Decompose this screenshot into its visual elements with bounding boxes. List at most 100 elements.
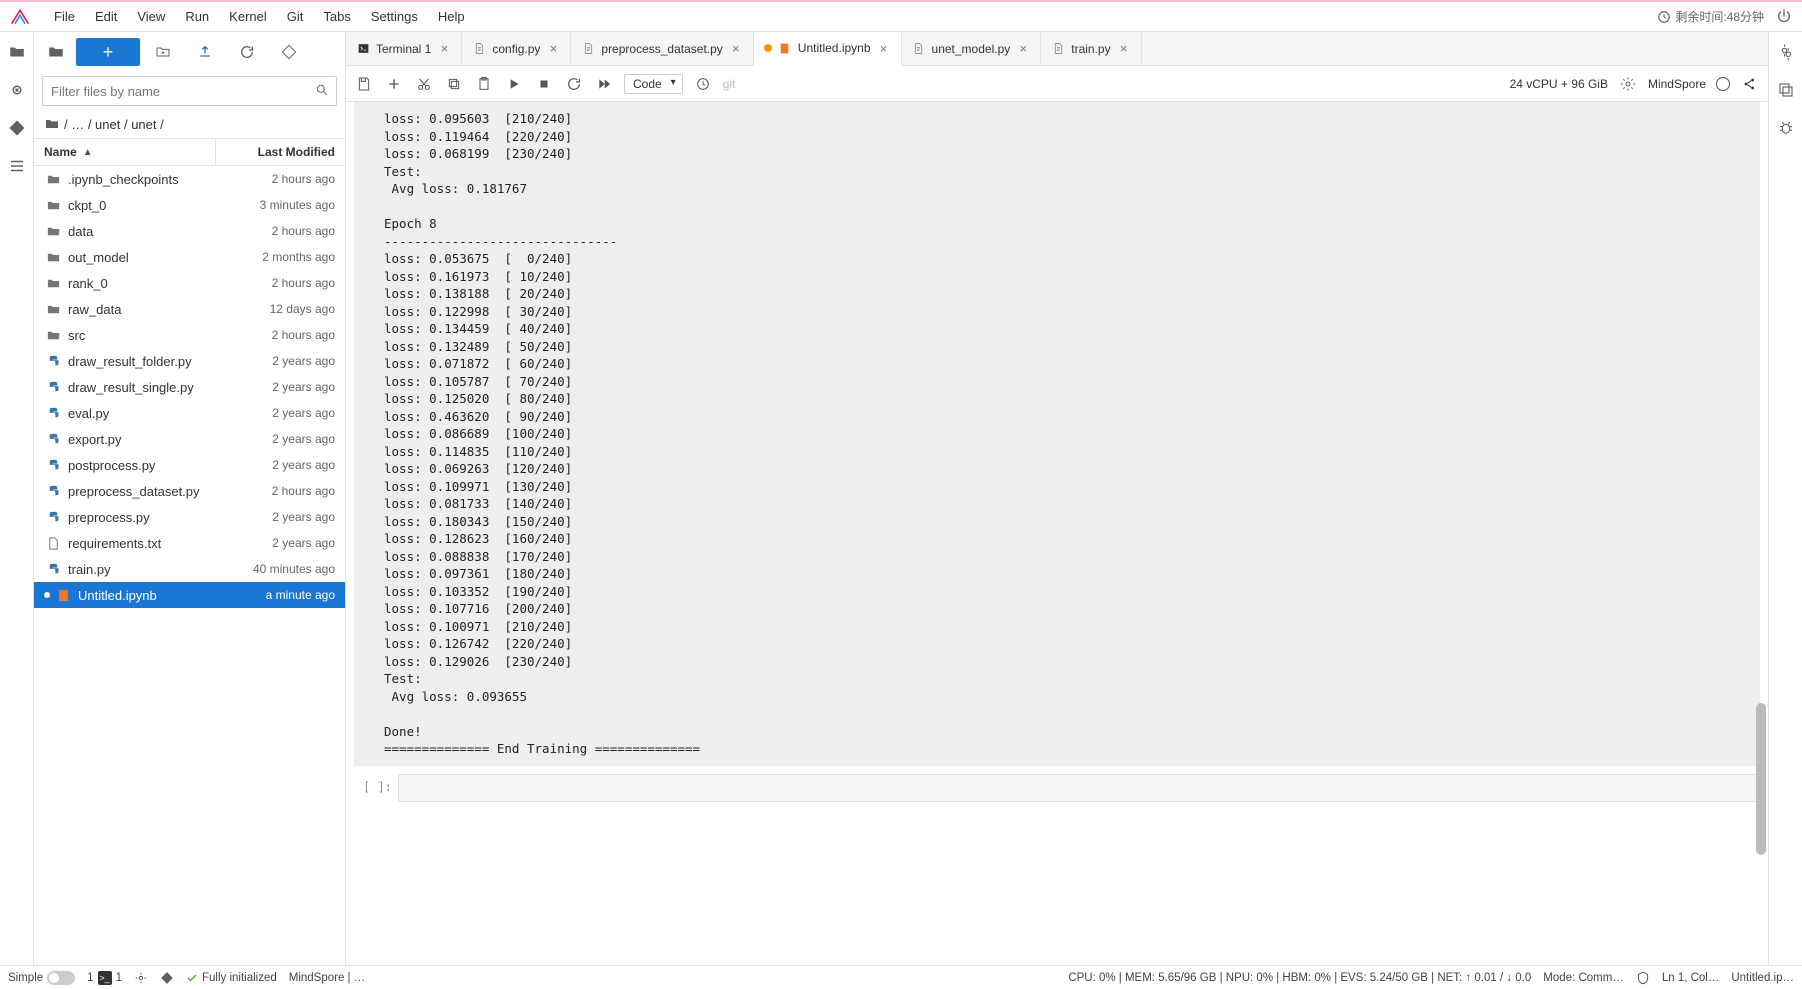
paste-icon[interactable]	[474, 74, 494, 94]
file-row[interactable]: .ipynb_checkpoints2 hours ago	[34, 166, 345, 192]
menu-git[interactable]: Git	[277, 5, 314, 28]
git-icon[interactable]	[7, 118, 27, 138]
terminal-icon: >_	[98, 971, 112, 985]
file-row[interactable]: data2 hours ago	[34, 218, 345, 244]
close-icon[interactable]: ×	[437, 42, 451, 56]
filename-status[interactable]: Untitled.ip…	[1731, 972, 1794, 984]
file-row[interactable]: draw_result_folder.py2 years ago	[34, 348, 345, 374]
file-name: eval.py	[68, 406, 215, 421]
menu-tabs[interactable]: Tabs	[313, 5, 360, 28]
file-row[interactable]: preprocess_dataset.py2 hours ago	[34, 478, 345, 504]
run-icon[interactable]	[504, 74, 524, 94]
close-icon[interactable]: ×	[729, 42, 743, 56]
text-icon	[912, 42, 926, 56]
folder-icon	[44, 172, 62, 187]
stop-icon[interactable]	[534, 74, 554, 94]
menu-kernel[interactable]: Kernel	[219, 5, 277, 28]
upload-icon[interactable]	[186, 38, 224, 66]
restart-icon[interactable]	[564, 74, 584, 94]
mode-status[interactable]: Mode: Comm…	[1543, 972, 1624, 984]
menu-help[interactable]: Help	[428, 5, 475, 28]
file-row[interactable]: requirements.txt2 years ago	[34, 530, 345, 556]
sessions-icon[interactable]	[1776, 80, 1796, 100]
new-launcher-button[interactable]: +	[76, 38, 140, 66]
new-folder-icon[interactable]	[144, 38, 182, 66]
file-modified: 2 hours ago	[215, 276, 335, 290]
tab-untitled-ipynb[interactable]: Untitled.ipynb×	[754, 32, 902, 66]
menu-settings[interactable]: Settings	[361, 5, 428, 28]
file-row[interactable]: preprocess.py2 years ago	[34, 504, 345, 530]
cell-type-select[interactable]: Code	[624, 74, 683, 94]
menu-edit[interactable]: Edit	[85, 5, 127, 28]
file-row[interactable]: ckpt_03 minutes ago	[34, 192, 345, 218]
tab-unet_model-py[interactable]: unet_model.py×	[902, 32, 1042, 65]
debugger-icon[interactable]	[1776, 118, 1796, 138]
file-modified: 2 years ago	[215, 536, 335, 550]
python-icon	[44, 432, 62, 447]
file-browser-icon[interactable]	[7, 42, 27, 62]
menu-file[interactable]: File	[44, 5, 85, 28]
tab-preprocess_dataset-py[interactable]: preprocess_dataset.py×	[571, 32, 753, 65]
header-name[interactable]: Name▲	[34, 139, 215, 165]
tab-config-py[interactable]: config.py×	[462, 32, 571, 65]
dirty-dot-icon	[764, 44, 772, 52]
git-clone-icon[interactable]	[270, 38, 308, 66]
insert-cell-icon[interactable]	[384, 74, 404, 94]
share-icon[interactable]	[1740, 74, 1760, 94]
file-row[interactable]: export.py2 years ago	[34, 426, 345, 452]
cell-editor[interactable]	[398, 774, 1760, 802]
tab-train-py[interactable]: train.py×	[1041, 32, 1141, 65]
menu-run[interactable]: Run	[175, 5, 219, 28]
save-icon[interactable]	[354, 74, 374, 94]
clock-icon[interactable]	[693, 74, 713, 94]
trust-icon[interactable]	[1636, 971, 1650, 985]
filter-files-input[interactable]	[42, 76, 337, 106]
power-icon[interactable]	[1776, 8, 1794, 26]
cut-icon[interactable]	[414, 74, 434, 94]
tab-terminal-1[interactable]: Terminal 1×	[346, 32, 462, 65]
close-icon[interactable]: ×	[877, 41, 891, 55]
mindspore-status[interactable]: MindSpore | …	[289, 972, 366, 984]
folder-icon	[44, 302, 62, 317]
file-list: .ipynb_checkpoints2 hours agockpt_03 min…	[34, 166, 345, 965]
file-row[interactable]: train.py40 minutes ago	[34, 556, 345, 582]
kernel-status-icon[interactable]	[1716, 77, 1730, 91]
close-icon[interactable]: ×	[1117, 42, 1131, 56]
lncol-status[interactable]: Ln 1, Col…	[1662, 972, 1720, 984]
close-icon[interactable]: ×	[546, 42, 560, 56]
menubar: FileEditViewRunKernelGitTabsSettingsHelp…	[0, 2, 1802, 32]
header-modified[interactable]: Last Modified	[215, 139, 345, 165]
property-inspector-icon[interactable]	[1776, 42, 1796, 62]
simple-toggle[interactable]: Simple	[8, 971, 75, 985]
git-branch-icon[interactable]	[160, 971, 174, 985]
file-row[interactable]: draw_result_single.py2 years ago	[34, 374, 345, 400]
python-icon	[44, 562, 62, 577]
kernel-name[interactable]: MindSpore	[1648, 77, 1706, 91]
file-row[interactable]: rank_02 hours ago	[34, 270, 345, 296]
file-row[interactable]: src2 hours ago	[34, 322, 345, 348]
settings-icon[interactable]	[1618, 74, 1638, 94]
copy-icon[interactable]	[444, 74, 464, 94]
toc-icon[interactable]	[7, 156, 27, 176]
open-folder-icon[interactable]	[40, 38, 72, 66]
file-modified: 2 years ago	[215, 432, 335, 446]
notebook-toolbar: Code git 24 vCPU + 96 GiB MindSpore	[346, 66, 1768, 102]
file-modified: 2 years ago	[215, 354, 335, 368]
code-cell[interactable]: [ ]:	[354, 774, 1760, 802]
file-row[interactable]: out_model2 months ago	[34, 244, 345, 270]
restart-run-icon[interactable]	[594, 74, 614, 94]
close-icon[interactable]: ×	[1016, 42, 1030, 56]
scrollbar[interactable]	[1754, 110, 1768, 957]
file-name: .ipynb_checkpoints	[68, 172, 215, 187]
running-icon[interactable]	[7, 80, 27, 100]
file-row[interactable]: raw_data12 days ago	[34, 296, 345, 322]
file-row[interactable]: Untitled.ipynba minute ago	[34, 582, 345, 608]
file-row[interactable]: postprocess.py2 years ago	[34, 452, 345, 478]
notebook-body[interactable]: loss: 0.095603 [210/240] loss: 0.119464 …	[346, 102, 1768, 965]
lsp-status-icon[interactable]	[134, 971, 148, 985]
menu-view[interactable]: View	[127, 5, 175, 28]
refresh-icon[interactable]	[228, 38, 266, 66]
terminal-count[interactable]: 1>_1	[87, 971, 122, 985]
file-row[interactable]: eval.py2 years ago	[34, 400, 345, 426]
breadcrumb[interactable]: / … / unet / unet /	[34, 110, 345, 138]
